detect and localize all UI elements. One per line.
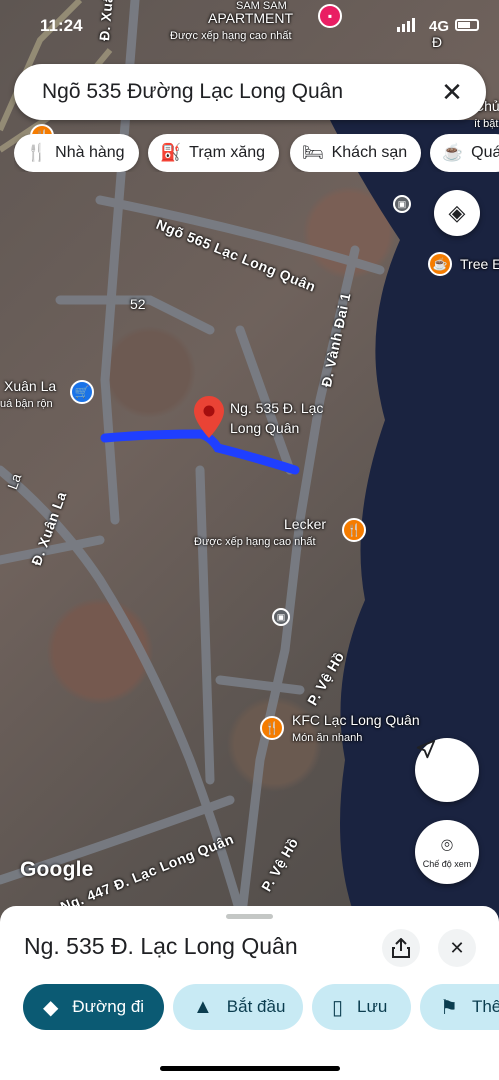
- network-type: 4G: [428, 18, 449, 35]
- search-box[interactable]: Ngõ 535 Đường Lạc Long Quân ✕: [14, 64, 486, 120]
- coffee-icon: ☕: [442, 143, 464, 162]
- street-view-label: Chế độ xem: [422, 858, 472, 869]
- kfc-pin-icon[interactable]: 🍴: [260, 716, 284, 740]
- save-button[interactable]: ▯ Lưu: [312, 984, 411, 1030]
- layers-button[interactable]: ◈: [434, 190, 480, 236]
- chip-label: Khách sạn: [331, 144, 408, 161]
- map-label-apartment-sub: Được xếp hạng cao nhất: [170, 30, 292, 42]
- share-icon: [392, 938, 410, 958]
- pin-label-line1: Ng. 535 Đ. Lạc: [230, 400, 324, 416]
- bookmark-icon: ▯: [332, 996, 344, 1019]
- drag-handle[interactable]: [226, 914, 273, 919]
- directions-button[interactable]: ◆ Đường đi: [23, 984, 164, 1030]
- chip-hotels[interactable]: 🛏 Khách sạn: [290, 134, 422, 172]
- directions-label: Đường đi: [72, 997, 145, 1016]
- route-line: [100, 429, 300, 475]
- close-icon: ✕: [449, 937, 465, 958]
- chip-restaurants[interactable]: 🍴 Nhà hàng: [14, 134, 139, 172]
- bus-stop-icon[interactable]: ▣: [272, 608, 290, 626]
- street-view-button[interactable]: ⌾ Chế độ xem: [415, 820, 479, 884]
- category-chips: 🍴 Nhà hàng ⛽ Trạm xăng 🛏 Khách sạn ☕ Quá: [14, 134, 499, 172]
- map-label-kfc-sub: Món ăn nhanh: [292, 732, 363, 744]
- navigation-icon: ▲: [193, 995, 213, 1018]
- map-label-xuan-la-store-sub: uá bận rộn: [0, 398, 53, 410]
- map-label-lecker-sub: Được xếp hạng cao nhất: [194, 536, 316, 548]
- search-query[interactable]: Ngõ 535 Đường Lạc Long Quân: [42, 80, 343, 104]
- hotel-icon: 🛏: [302, 143, 324, 162]
- map-label-it-bat: ít bật: [474, 118, 499, 130]
- map-view[interactable]: 11:24 4G SAM SAM APARTMENT ▪ Được xếp hạ…: [0, 0, 499, 930]
- pin-label-line2: Long Quân: [230, 420, 300, 436]
- add-label-label: Thê: [471, 997, 499, 1016]
- chip-gas[interactable]: ⛽ Trạm xăng: [148, 134, 280, 172]
- layers-icon: ◈: [448, 200, 466, 225]
- start-label: Bắt đầu: [226, 997, 286, 1016]
- my-location-button[interactable]: [415, 738, 479, 802]
- chip-coffee[interactable]: ☕ Quá: [430, 134, 499, 172]
- directions-icon: ◆: [43, 996, 59, 1019]
- add-label-button[interactable]: ⚑ Thê: [420, 984, 499, 1030]
- map-label-lecker[interactable]: Lecker: [284, 516, 326, 532]
- map-label-xuan-la-store[interactable]: Xuân La: [4, 378, 56, 394]
- store-pin-icon[interactable]: 🛒: [70, 380, 94, 404]
- hotel-pin-icon[interactable]: ▪: [318, 4, 342, 28]
- navigation-arrow-icon: [416, 739, 436, 759]
- action-buttons: ◆ Đường đi ▲ Bắt đầu ▯ Lưu ⚑ Thê: [0, 984, 499, 1030]
- camera-icon: ⌾: [441, 834, 453, 857]
- chip-label: Nhà hàng: [55, 144, 125, 161]
- home-indicator: [160, 1066, 340, 1071]
- map-label-right-top: Đ: [432, 34, 443, 50]
- flag-icon: ⚑: [440, 996, 458, 1019]
- start-button[interactable]: ▲ Bắt đầu: [173, 984, 303, 1030]
- status-time: 11:24: [40, 16, 83, 35]
- chip-label: Quá: [471, 144, 499, 161]
- map-label-kfc[interactable]: KFC Lạc Long Quân: [292, 712, 420, 728]
- place-pin-icon[interactable]: [194, 396, 224, 438]
- battery-icon: [455, 19, 479, 31]
- place-title: Ng. 535 Đ. Lạc Long Quân: [24, 933, 298, 959]
- map-label-tree[interactable]: Tree E: [460, 256, 499, 272]
- bus-stop-icon-2[interactable]: ▣: [393, 195, 411, 213]
- cafe-pin-icon[interactable]: ☕: [428, 252, 452, 276]
- place-sheet[interactable]: Ng. 535 Đ. Lạc Long Quân ✕ ◆ Đường đi ▲ …: [0, 906, 499, 1080]
- restaurant-pin-icon[interactable]: 🍴: [342, 518, 366, 542]
- map-label-52: 52: [130, 296, 146, 312]
- close-sheet-button[interactable]: ✕: [438, 929, 476, 967]
- gas-station-icon: ⛽: [160, 143, 182, 162]
- signal-icon: [397, 18, 415, 32]
- close-icon[interactable]: ✕: [436, 76, 468, 108]
- map-label-apartment[interactable]: APARTMENT: [208, 10, 293, 26]
- chip-label: Trạm xăng: [189, 144, 266, 161]
- restaurant-icon: 🍴: [26, 143, 48, 162]
- share-button[interactable]: [382, 929, 420, 967]
- save-label: Lưu: [357, 997, 388, 1016]
- google-logo: Google: [20, 858, 94, 881]
